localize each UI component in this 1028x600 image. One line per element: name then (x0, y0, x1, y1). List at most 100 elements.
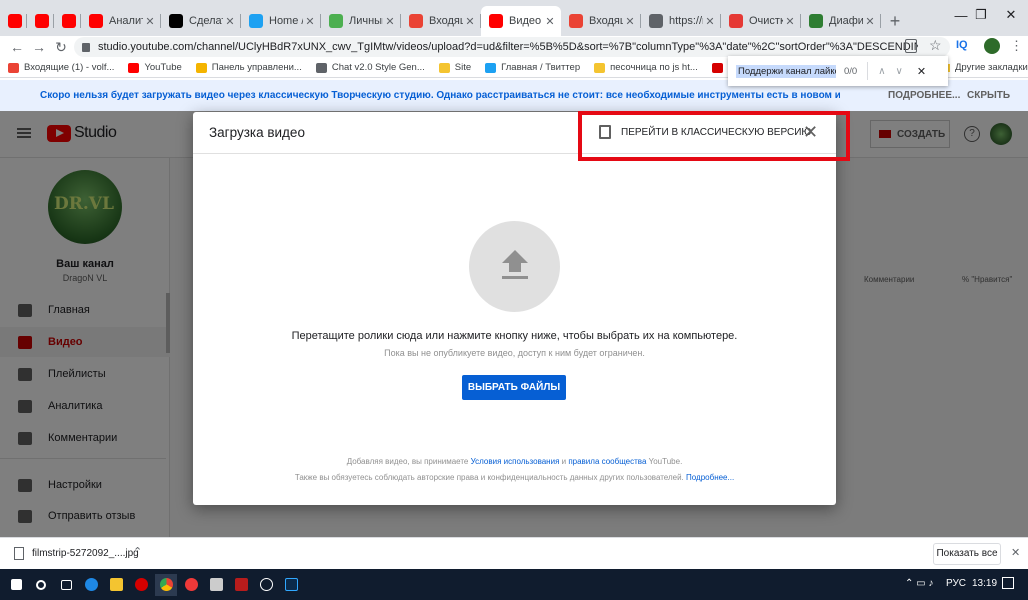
terms-suffix: YouTube. (646, 457, 683, 466)
bookmark-item[interactable]: песочница по js ht... (594, 62, 698, 73)
globe-icon (649, 14, 663, 28)
notifications-icon[interactable] (1002, 577, 1014, 589)
banner-text: Скоро нельзя будет загружать видео через… (40, 90, 840, 101)
tab-close-icon[interactable]: ✕ (703, 15, 717, 28)
gmail-icon (569, 14, 583, 28)
browser-tab[interactable]: ✕ (27, 6, 54, 36)
browser-tab[interactable]: Home / Tv✕ (241, 6, 321, 36)
select-files-button[interactable]: ВЫБРАТЬ ФАЙЛЫ (462, 375, 566, 400)
youtube-icon (35, 14, 49, 28)
browser-tab[interactable]: Видео на✕ (481, 6, 561, 36)
page-info-icon[interactable] (905, 39, 917, 53)
bookmark-item[interactable]: Chat v2.0 Style Gen... (315, 62, 425, 73)
upload-instruction: Перетащите ролики сюда или нажмите кнопк… (291, 330, 738, 342)
browser-tab[interactable]: Очистка и✕ (721, 6, 801, 36)
file-explorer-icon[interactable] (105, 574, 127, 596)
close-download-shelf-icon[interactable]: ✕ (1011, 546, 1020, 559)
bookmark-icon (594, 62, 606, 73)
tab-title: Сделать с (189, 15, 223, 27)
upload-drop-zone[interactable] (469, 221, 560, 312)
download-options-icon[interactable]: ⌃ (133, 545, 142, 558)
chrome-icon[interactable] (155, 573, 177, 596)
clock[interactable]: 13:19 (972, 578, 997, 589)
more-info-link[interactable]: Подробнее... (686, 473, 734, 482)
tab-close-icon[interactable]: ✕ (223, 15, 237, 28)
browser-tab[interactable]: Диафиль✕ (801, 6, 881, 36)
bookmark-label: Входящие (1) - volf... (24, 62, 115, 73)
community-guidelines-link[interactable]: правила сообщества (568, 457, 646, 466)
browser-tab[interactable]: Сделать с✕ (161, 6, 241, 36)
tab-close-icon[interactable]: ✕ (623, 15, 637, 28)
tab-close-icon[interactable]: ✕ (303, 15, 317, 28)
find-input[interactable]: Поддержи канал лайком и (736, 64, 836, 78)
terms-and: и (559, 457, 569, 466)
bookmark-item[interactable]: Главная / Твиттер (485, 62, 580, 73)
bookmark-icon (128, 62, 140, 73)
browser-tab[interactable]: Личный к✕ (321, 6, 401, 36)
task-view-icon[interactable] (55, 574, 77, 596)
browser-tab[interactable]: Входящи✕ (401, 6, 481, 36)
photoshop-icon[interactable] (280, 574, 302, 596)
download-filename[interactable]: filmstrip-5272092_....jpg (32, 548, 139, 559)
bookmark-icon (195, 62, 207, 73)
browser-tab[interactable]: https://ra✕ (641, 6, 721, 36)
address-bar-row: ← → ↻ studio.youtube.com/channel/UClyHBd… (0, 36, 1028, 58)
find-prev-icon[interactable]: ∧ (878, 66, 885, 77)
bookmark-item[interactable]: YouTube (128, 62, 182, 73)
browser-tab[interactable]: ✕ (54, 6, 81, 36)
browser-menu-icon[interactable]: ⋮ (1010, 38, 1023, 54)
show-all-button[interactable]: Показать все (933, 543, 1001, 565)
star-icon[interactable]: ☆ (929, 37, 942, 54)
vivaldi-icon[interactable] (180, 574, 202, 596)
banner-hide-link[interactable]: СКРЫТЬ (967, 90, 1010, 101)
bookmark-label: песочница по js ht... (610, 62, 698, 73)
back-button[interactable]: ← (6, 39, 28, 55)
forward-button[interactable]: → (28, 39, 50, 55)
tab-close-icon[interactable]: ✕ (143, 15, 157, 28)
profile-avatar[interactable] (984, 38, 1000, 54)
app-icon-globe[interactable] (255, 574, 277, 596)
tab-title: Личный к (349, 15, 383, 27)
other-bookmarks[interactable]: Другие закладки (940, 62, 1028, 73)
search-icon[interactable] (30, 574, 52, 596)
youtube-icon (62, 14, 76, 28)
youtube-icon (489, 14, 503, 28)
url-field[interactable]: studio.youtube.com/channel/UClyHBdR7xUNX… (74, 37, 950, 57)
find-close-icon[interactable]: ✕ (917, 65, 926, 78)
clean-icon (729, 14, 743, 28)
tab-title: Видео на (509, 15, 543, 27)
banner-more-link[interactable]: ПОДРОБНЕЕ... (888, 90, 960, 101)
language-indicator[interactable]: РУС (946, 578, 966, 589)
lk-icon (329, 14, 343, 28)
file-icon (14, 547, 24, 560)
system-tray-icons[interactable]: ⌃ ▭ ♪ (905, 578, 933, 589)
bookmark-item[interactable]: Панель управлени... (195, 62, 302, 73)
calculator-icon[interactable] (205, 574, 227, 596)
twitter-icon (249, 14, 263, 28)
new-tab-button[interactable]: + (881, 6, 909, 36)
app-icon-red[interactable] (230, 574, 252, 596)
extension-iq-icon[interactable]: IQ (956, 39, 968, 51)
edge-icon[interactable] (80, 574, 102, 596)
close-window-button[interactable]: ✕ (990, 0, 1028, 30)
tab-close-icon[interactable]: ✕ (543, 15, 557, 28)
find-next-icon[interactable]: ∨ (896, 66, 903, 77)
url-text: studio.youtube.com/channel/UClyHBdR7xUNX… (98, 41, 918, 53)
bookmark-item[interactable]: Site (438, 62, 471, 73)
tab-close-icon[interactable]: ✕ (463, 15, 477, 28)
bookmark-icon (711, 62, 723, 73)
browser-tab[interactable]: ✕ (0, 6, 27, 36)
bookmark-icon (315, 62, 327, 73)
bookmark-label: YouTube (144, 62, 182, 73)
terms-link[interactable]: Условия использования (471, 457, 560, 466)
opera-icon[interactable] (130, 574, 152, 596)
start-button[interactable] (5, 574, 27, 596)
tab-close-icon[interactable]: ✕ (783, 15, 797, 28)
tab-close-icon[interactable]: ✕ (383, 15, 397, 28)
browser-tab[interactable]: Аналити✕ (81, 6, 161, 36)
tab-close-icon[interactable]: ✕ (863, 15, 877, 28)
bookmark-item[interactable]: Входящие (1) - volf... (8, 62, 114, 73)
reload-button[interactable]: ↻ (50, 39, 72, 56)
tab-title: Аналити (109, 15, 143, 27)
browser-tab[interactable]: Входящи✕ (561, 6, 641, 36)
